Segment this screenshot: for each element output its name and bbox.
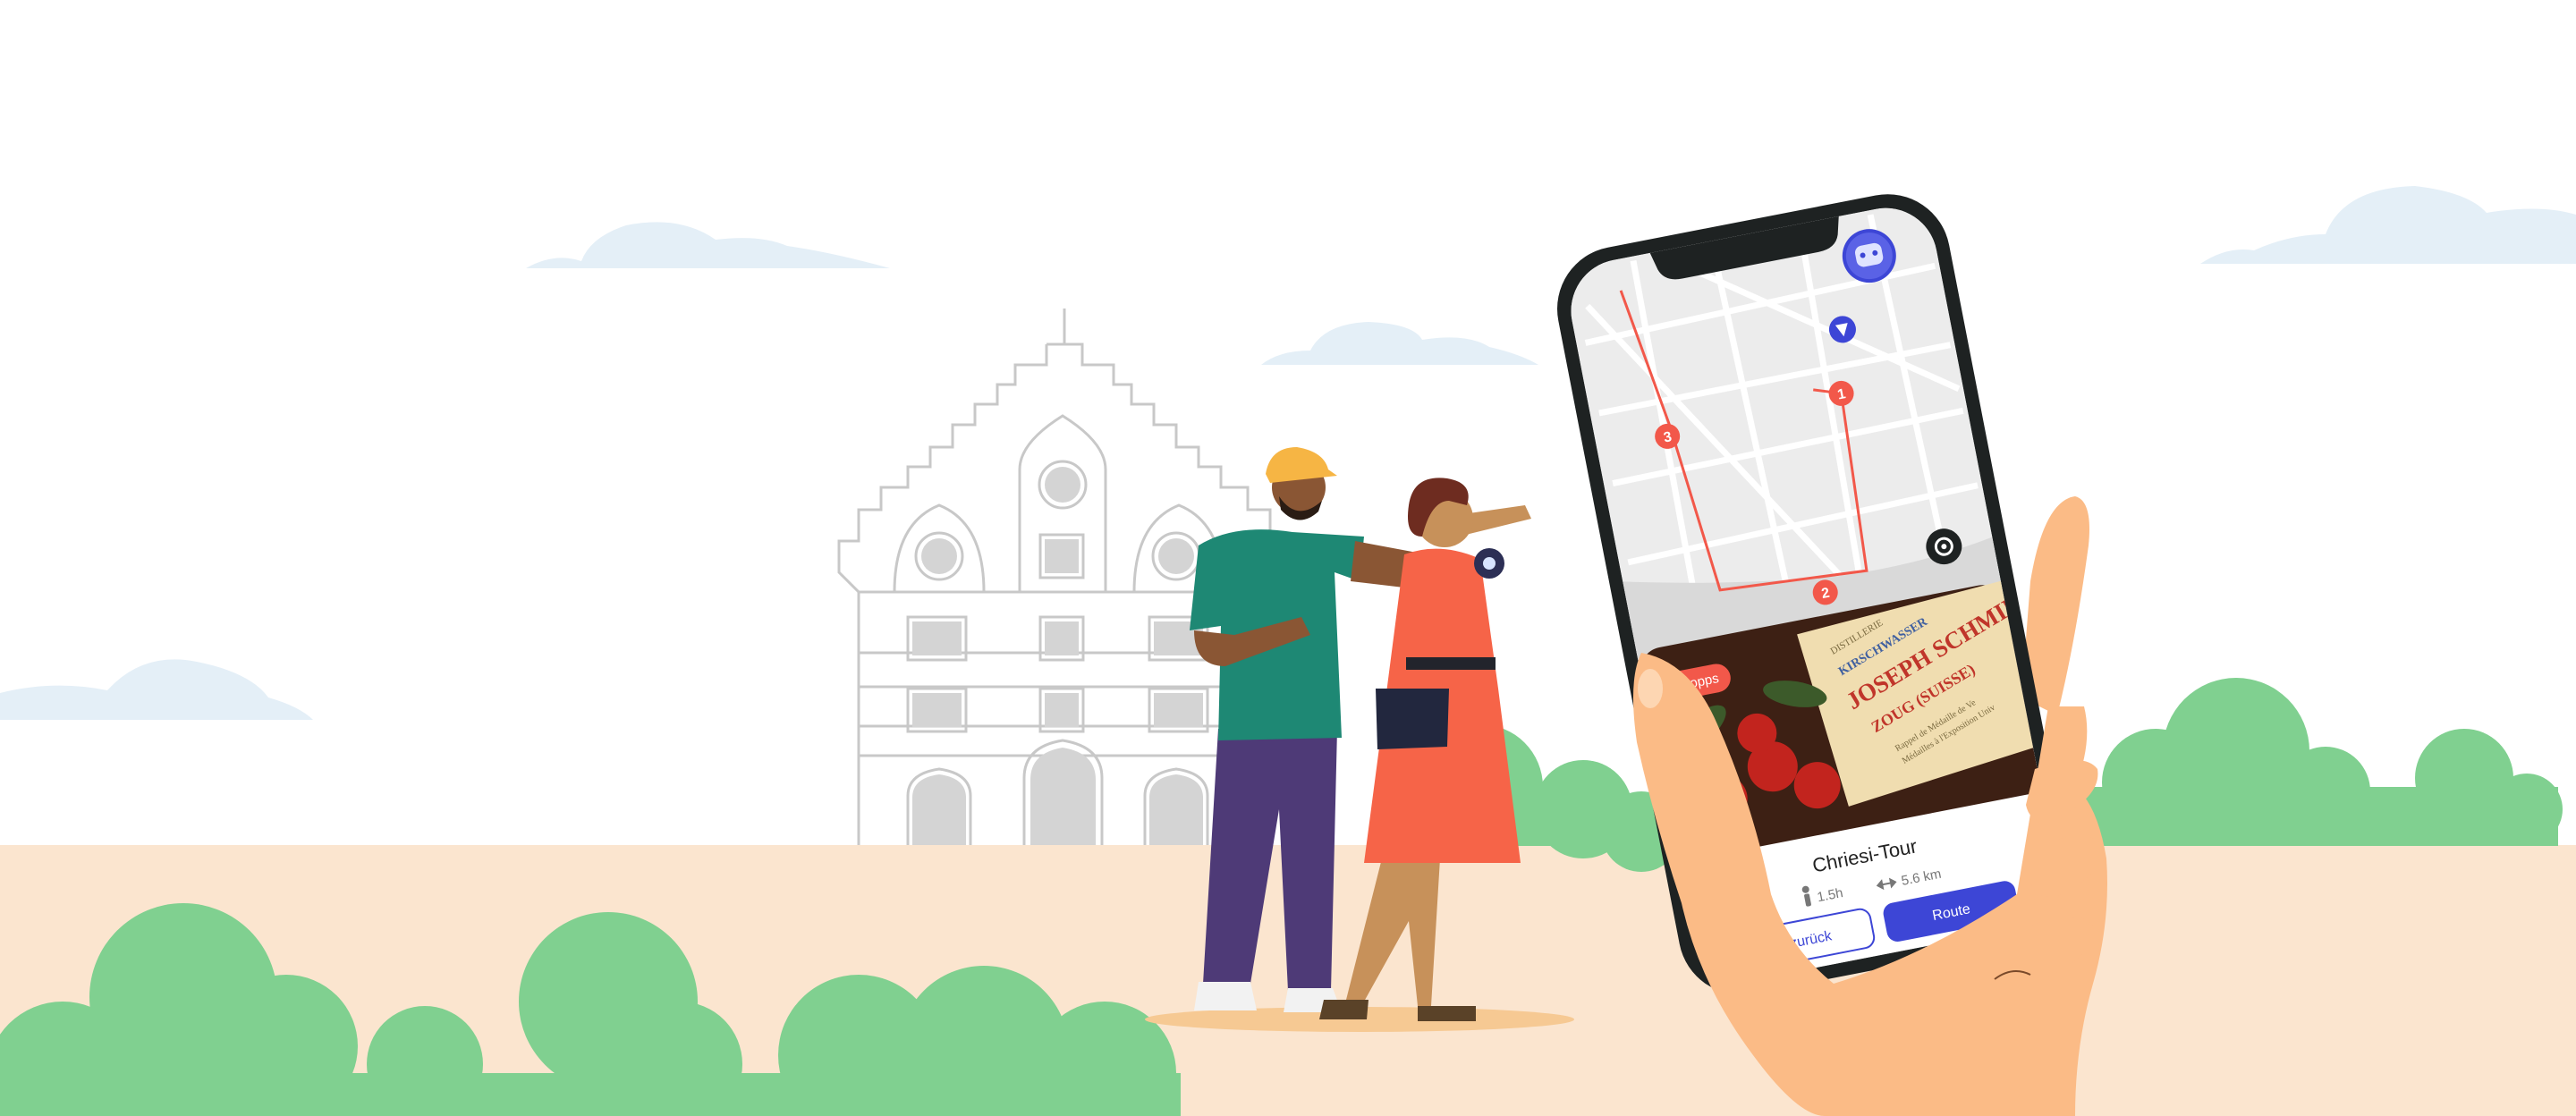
building-window-fills [912,467,1203,845]
thumbnail [1638,669,1663,708]
door-fill [912,774,966,845]
cloud-mid [526,222,890,268]
cloud-right [2200,186,2576,264]
window-fill [1154,693,1203,727]
door-fill [1149,774,1203,845]
woman-belt [1406,657,1496,670]
window-fill [1158,538,1194,574]
man-hat [1266,447,1337,483]
window-fill [1045,693,1079,727]
cloud-left [0,659,313,720]
window-fill [1045,539,1079,573]
landing-illustration: 1 2 3 JOSEPH SCHMIDT ZOUG (SUISSE) KIRSC… [0,186,2576,1116]
woman-bag [1376,689,1449,749]
window-fill [1045,621,1079,655]
bush [0,1073,1181,1116]
window-fill [921,538,957,574]
window-fill [912,621,962,655]
camera-lens [1483,557,1496,570]
door-fill [1030,748,1096,845]
cloud-small [1261,322,1538,365]
window-fill [912,693,962,727]
bush [2084,787,2558,846]
window-fill [1045,467,1080,503]
